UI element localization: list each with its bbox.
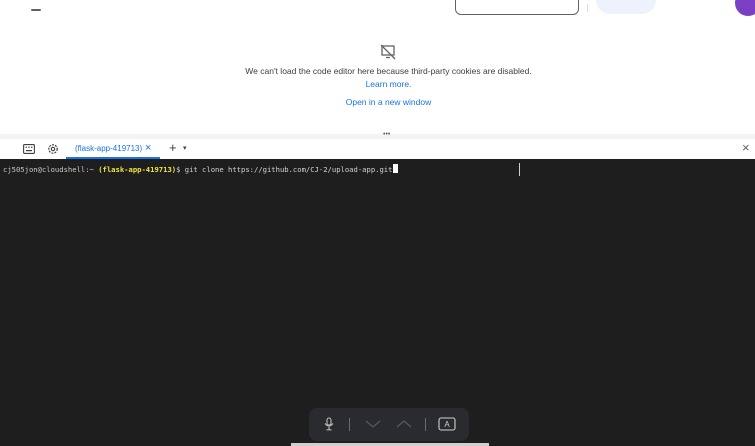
top-bar: [0, 0, 755, 22]
prompt-user-host: cj505jon@cloudshell:~: [3, 165, 94, 174]
toolbar-divider: [349, 418, 350, 431]
no-display-icon: [379, 44, 397, 60]
tab-label: (flask-app-419713): [75, 144, 143, 153]
keyboard-key-label: A: [444, 420, 450, 429]
settings-icon[interactable]: [46, 142, 60, 156]
add-tab-button[interactable]: +: [169, 141, 177, 155]
search-box[interactable]: [455, 0, 579, 15]
learn-more-link[interactable]: Learn more.: [0, 79, 755, 89]
terminal-prompt-line: cj505jon@cloudshell:~ (flask-app-419713)…: [3, 164, 399, 174]
tab-menu-chevron-icon[interactable]: ▾: [183, 144, 187, 152]
cookies-disabled-message: We can't load the code editor here becau…: [245, 66, 532, 76]
terminal-cursor: [393, 164, 399, 173]
text-caret-icon: [519, 163, 520, 176]
keyboard-a-icon[interactable]: A: [438, 415, 456, 433]
drag-handle-icon[interactable]: •••: [383, 131, 390, 139]
terminal-command: git clone https://github.com/CJ-2/upload…: [184, 165, 393, 174]
microphone-icon[interactable]: [320, 415, 338, 433]
toolbar-pill[interactable]: [596, 0, 656, 14]
avatar[interactable]: [735, 0, 755, 16]
editor-message-panel: We can't load the code editor here becau…: [0, 22, 755, 134]
tab-flask-app[interactable]: (flask-app-419713) ×: [66, 139, 160, 159]
prompt-project: (flask-app-419713): [98, 165, 177, 174]
prompt-symbol: $: [176, 165, 181, 174]
terminal-tab-bar: (flask-app-419713) × + ▾ ×: [0, 139, 755, 159]
close-tab-icon[interactable]: ×: [145, 142, 151, 154]
chevron-up-icon[interactable]: [395, 415, 413, 433]
toolbar-divider: [425, 418, 426, 431]
chevron-down-icon[interactable]: [364, 415, 382, 433]
close-panel-button[interactable]: ×: [742, 141, 750, 155]
terminal[interactable]: cj505jon@cloudshell:~ (flask-app-419713)…: [0, 159, 755, 446]
open-new-window-link[interactable]: Open in a new window: [0, 97, 755, 107]
menu-dash-icon[interactable]: [31, 9, 41, 11]
keyboard-icon[interactable]: [22, 142, 36, 156]
divider: [587, 4, 588, 12]
floating-input-toolbar: A: [309, 408, 469, 441]
